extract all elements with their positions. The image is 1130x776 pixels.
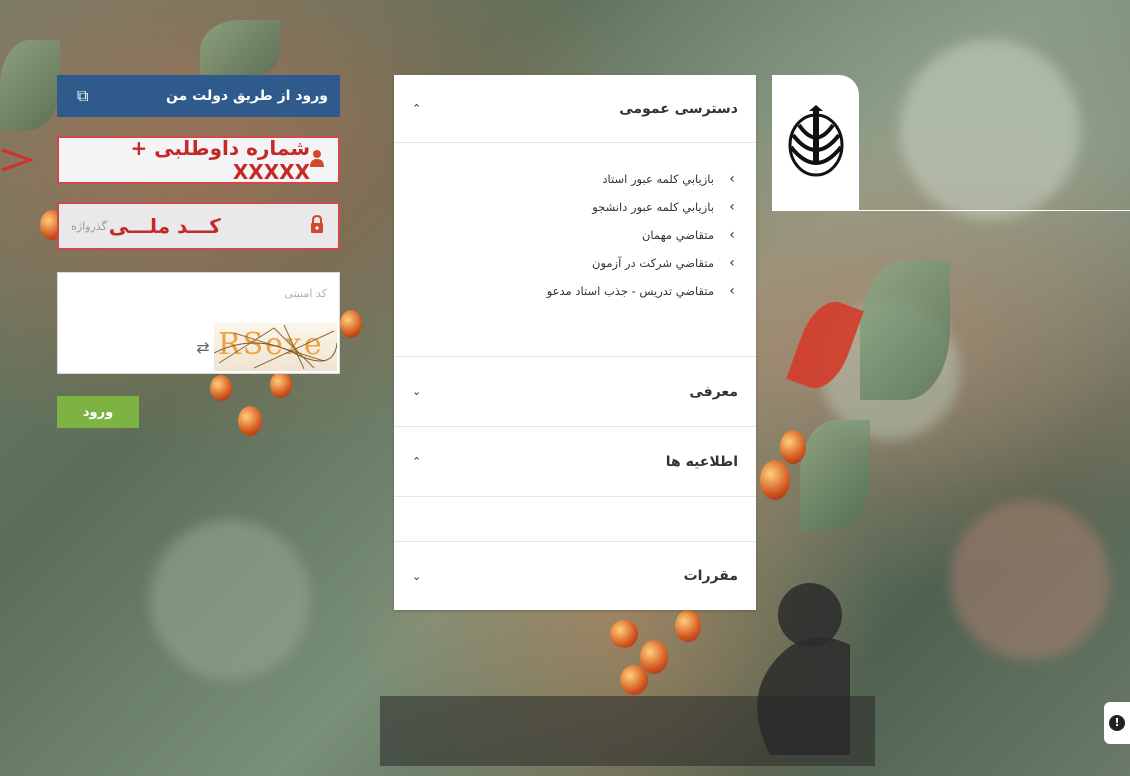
captcha-placeholder: کد امنیتی bbox=[284, 287, 327, 300]
password-field[interactable]: گذرواژه کـــد ملـــی bbox=[57, 202, 340, 250]
chevron-left-icon: ‹ bbox=[729, 199, 735, 215]
link-recover-student-password[interactable]: بازيابي كلمه عبور دانشجو ‹ bbox=[394, 193, 756, 221]
chevron-left-icon: ‹ bbox=[729, 227, 735, 243]
username-field[interactable]: شماره داوطلبی + XXXXX bbox=[57, 136, 340, 184]
lock-icon bbox=[310, 214, 324, 238]
university-logo bbox=[772, 75, 859, 211]
captcha-image: RSexe bbox=[214, 323, 337, 371]
section-header-regulations[interactable]: ⌄ مقررات bbox=[394, 542, 756, 610]
link-teaching-applicant[interactable]: متقاضي تدريس - جذب استاد مدعو ‹ bbox=[394, 277, 756, 305]
gov-login-label: ورود از طریق دولت من bbox=[165, 88, 328, 104]
username-value: شماره داوطلبی + XXXXX bbox=[130, 136, 310, 184]
link-recover-professor-password[interactable]: بازيابي كلمه عبور استاد ‹ bbox=[394, 165, 756, 193]
link-exam-applicant[interactable]: متقاضي شركت در آزمون ‹ bbox=[394, 249, 756, 277]
section-header-announcements[interactable]: ⌃ اطلاعیه ها bbox=[394, 427, 756, 497]
section-title: معرفی bbox=[689, 383, 738, 400]
submit-button[interactable]: ورود bbox=[57, 396, 139, 428]
chevron-up-icon: ⌃ bbox=[412, 455, 422, 468]
feedback-button[interactable]: ! bbox=[1104, 702, 1130, 744]
chevron-down-icon: ⌄ bbox=[412, 385, 422, 398]
section-header-public-access[interactable]: ⌃ دسترسی عمومی bbox=[394, 75, 756, 143]
chevron-up-icon: ⌃ bbox=[412, 102, 422, 115]
announcements-body bbox=[394, 497, 756, 542]
external-link-icon: ⧉ bbox=[77, 86, 89, 105]
chevron-down-icon: ⌄ bbox=[412, 569, 422, 583]
section-header-intro[interactable]: ⌄ معرفی bbox=[394, 357, 756, 427]
link-guest-applicant[interactable]: متقاضي مهمان ‹ bbox=[394, 221, 756, 249]
link-label: متقاضي مهمان bbox=[641, 228, 714, 242]
public-access-links: بازيابي كلمه عبور استاد ‹ بازيابي كلمه ع… bbox=[394, 143, 756, 357]
section-title: اطلاعیه ها bbox=[665, 453, 738, 470]
captcha-input[interactable]: کد امنیتی ⇄ RSexe bbox=[57, 272, 340, 374]
gov-login-button[interactable]: ⧉ ورود از طریق دولت من bbox=[57, 75, 340, 117]
chevron-left-icon: ‹ bbox=[729, 255, 735, 271]
link-label: بازيابي كلمه عبور استاد bbox=[602, 172, 714, 186]
accordion-panel: ⌃ دسترسی عمومی بازيابي كلمه عبور استاد ‹… bbox=[394, 75, 756, 610]
user-icon bbox=[310, 149, 324, 172]
footer-bar bbox=[380, 696, 875, 766]
emblem-icon bbox=[788, 105, 843, 177]
password-value: کـــد ملـــی bbox=[108, 214, 221, 238]
link-label: متقاضي تدريس - جذب استاد مدعو bbox=[546, 284, 714, 298]
chevron-left-icon: ‹ bbox=[729, 283, 735, 299]
password-placeholder: گذرواژه bbox=[71, 219, 107, 233]
annotation-arrow bbox=[1, 148, 34, 172]
chevron-left-icon: ‹ bbox=[729, 171, 735, 187]
alert-icon: ! bbox=[1109, 715, 1125, 731]
link-label: متقاضي شركت در آزمون bbox=[592, 256, 714, 270]
divider bbox=[859, 210, 1130, 211]
link-label: بازيابي كلمه عبور دانشجو bbox=[592, 200, 714, 214]
section-title: دسترسی عمومی bbox=[619, 100, 738, 117]
